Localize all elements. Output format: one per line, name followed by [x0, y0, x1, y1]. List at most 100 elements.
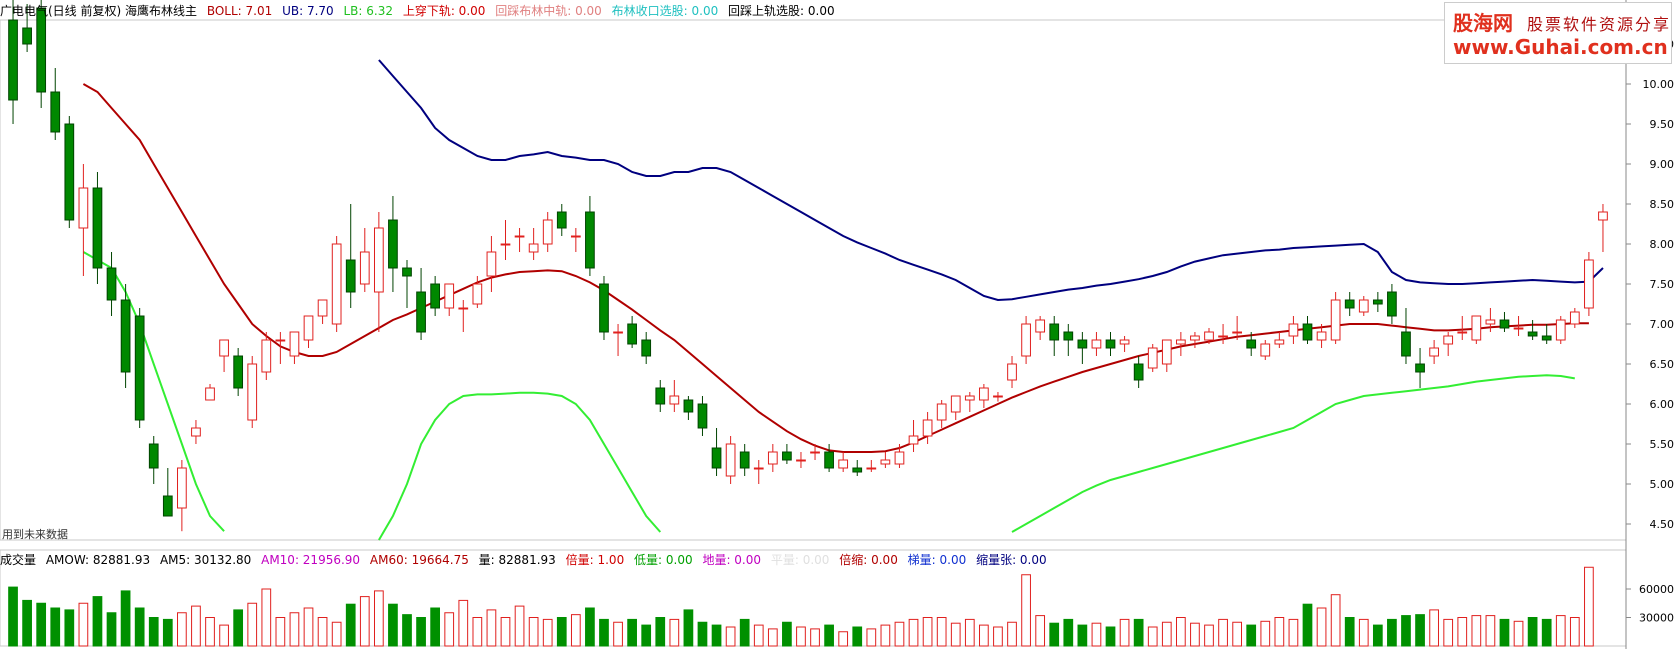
- candle: [359, 251, 370, 285]
- candle: [1204, 331, 1214, 341]
- volume-tick-label: 60000: [1639, 583, 1674, 596]
- volume-bar: [416, 617, 426, 647]
- candle: [866, 467, 877, 470]
- volume-bar: [528, 617, 539, 647]
- volume-bar: [570, 614, 581, 647]
- amow-value: AMOW: 82881.93: [45, 553, 151, 567]
- volume-bar: [1077, 624, 1088, 647]
- candle: [1555, 319, 1566, 341]
- volume-bar: [880, 624, 891, 647]
- volume-bar: [1569, 617, 1580, 647]
- lb-value: LB: 6.32: [343, 4, 394, 18]
- volume-bar: [979, 624, 989, 647]
- candle: [1175, 339, 1186, 345]
- volume-bar: [1344, 617, 1355, 647]
- volume-bar: [824, 624, 834, 647]
- price-tick-label: 6.50: [1650, 358, 1675, 371]
- candle: [458, 307, 469, 310]
- volume-bar: [430, 607, 441, 647]
- candle: [275, 339, 286, 342]
- price-panel-frame: [0, 19, 1627, 541]
- volume-bar: [219, 624, 229, 647]
- candle: [683, 399, 694, 413]
- volume-bar: [1485, 615, 1496, 647]
- signal-cross-lower: 上穿下轨: 0.00: [402, 4, 486, 18]
- candle: [1147, 347, 1158, 369]
- volume-bar: [782, 621, 792, 647]
- candle: [261, 339, 272, 373]
- candle: [1471, 315, 1482, 341]
- volume-bar: [1471, 615, 1482, 647]
- candle: [1527, 331, 1538, 337]
- volume-title: 成交量: [0, 553, 37, 567]
- signal-mid-pullback: 回踩布林中轨: 0.00: [495, 4, 602, 18]
- volume-bar: [852, 626, 863, 647]
- candle: [528, 243, 539, 253]
- candle: [1541, 335, 1552, 341]
- candle: [1598, 211, 1608, 221]
- volume-bar: [1133, 618, 1144, 647]
- volume-bar: [1063, 618, 1074, 647]
- volume-bar: [134, 607, 145, 647]
- price-tick-label: 4.50: [1650, 518, 1675, 531]
- candle: [570, 235, 581, 238]
- price-tick-label: 7.00: [1650, 318, 1675, 331]
- candle: [92, 187, 103, 269]
- candle: [1429, 347, 1439, 357]
- candle: [1007, 363, 1017, 381]
- price-tick-label: 9.00: [1650, 158, 1675, 171]
- candle: [1513, 327, 1524, 330]
- volume-bar: [1218, 618, 1228, 647]
- candle: [78, 187, 89, 229]
- volume-bar: [64, 609, 75, 647]
- volume-bar: [388, 603, 398, 647]
- candle: [177, 467, 187, 509]
- volume-bar: [1091, 622, 1102, 647]
- volume-bar: [1316, 607, 1327, 647]
- volume-bar: [1429, 609, 1439, 647]
- candle: [1232, 331, 1243, 334]
- candle: [725, 443, 736, 477]
- volume-bar: [1401, 615, 1411, 647]
- volume-bar: [247, 602, 258, 647]
- candle: [402, 267, 412, 277]
- candle: [922, 419, 933, 437]
- candle: [205, 387, 215, 401]
- beisuo-value: 倍缩: 0.00: [839, 553, 898, 567]
- candle: [824, 451, 834, 469]
- candle: [148, 443, 159, 469]
- volume-bar: [261, 588, 272, 647]
- candle: [1344, 299, 1355, 309]
- volume-bar: [92, 596, 103, 647]
- boll-upper-line: [378, 59, 1604, 302]
- candle: [1302, 323, 1313, 341]
- candle: [8, 19, 18, 101]
- candle: [1499, 319, 1510, 329]
- volume-bar: [205, 617, 215, 647]
- candle: [444, 283, 455, 309]
- volume-bar: [303, 607, 314, 647]
- candle: [627, 323, 637, 345]
- candle: [191, 427, 201, 437]
- volume-bar: [585, 607, 595, 647]
- candle: [331, 243, 342, 325]
- volume-bar: [725, 626, 736, 647]
- am60-value: AM60: 19664.75: [369, 553, 469, 567]
- ub-value: UB: 7.70: [282, 4, 334, 18]
- suoliangzhang-value: 缩量张: 0.00: [976, 553, 1047, 567]
- am10-value: AM10: 21956.90: [261, 553, 361, 567]
- candle: [1584, 259, 1594, 309]
- candle: [753, 467, 764, 470]
- candle: [219, 339, 229, 357]
- candle: [472, 283, 483, 305]
- volume-bar: [613, 621, 623, 647]
- volume-bar: [1105, 626, 1116, 647]
- candle: [711, 447, 722, 469]
- candle: [1274, 339, 1285, 345]
- volume-bar: [669, 618, 680, 647]
- volume-bar: [345, 603, 356, 647]
- volume-bar: [78, 602, 89, 647]
- volume-bar: [162, 618, 173, 647]
- candle: [388, 219, 398, 269]
- candle: [1485, 319, 1496, 325]
